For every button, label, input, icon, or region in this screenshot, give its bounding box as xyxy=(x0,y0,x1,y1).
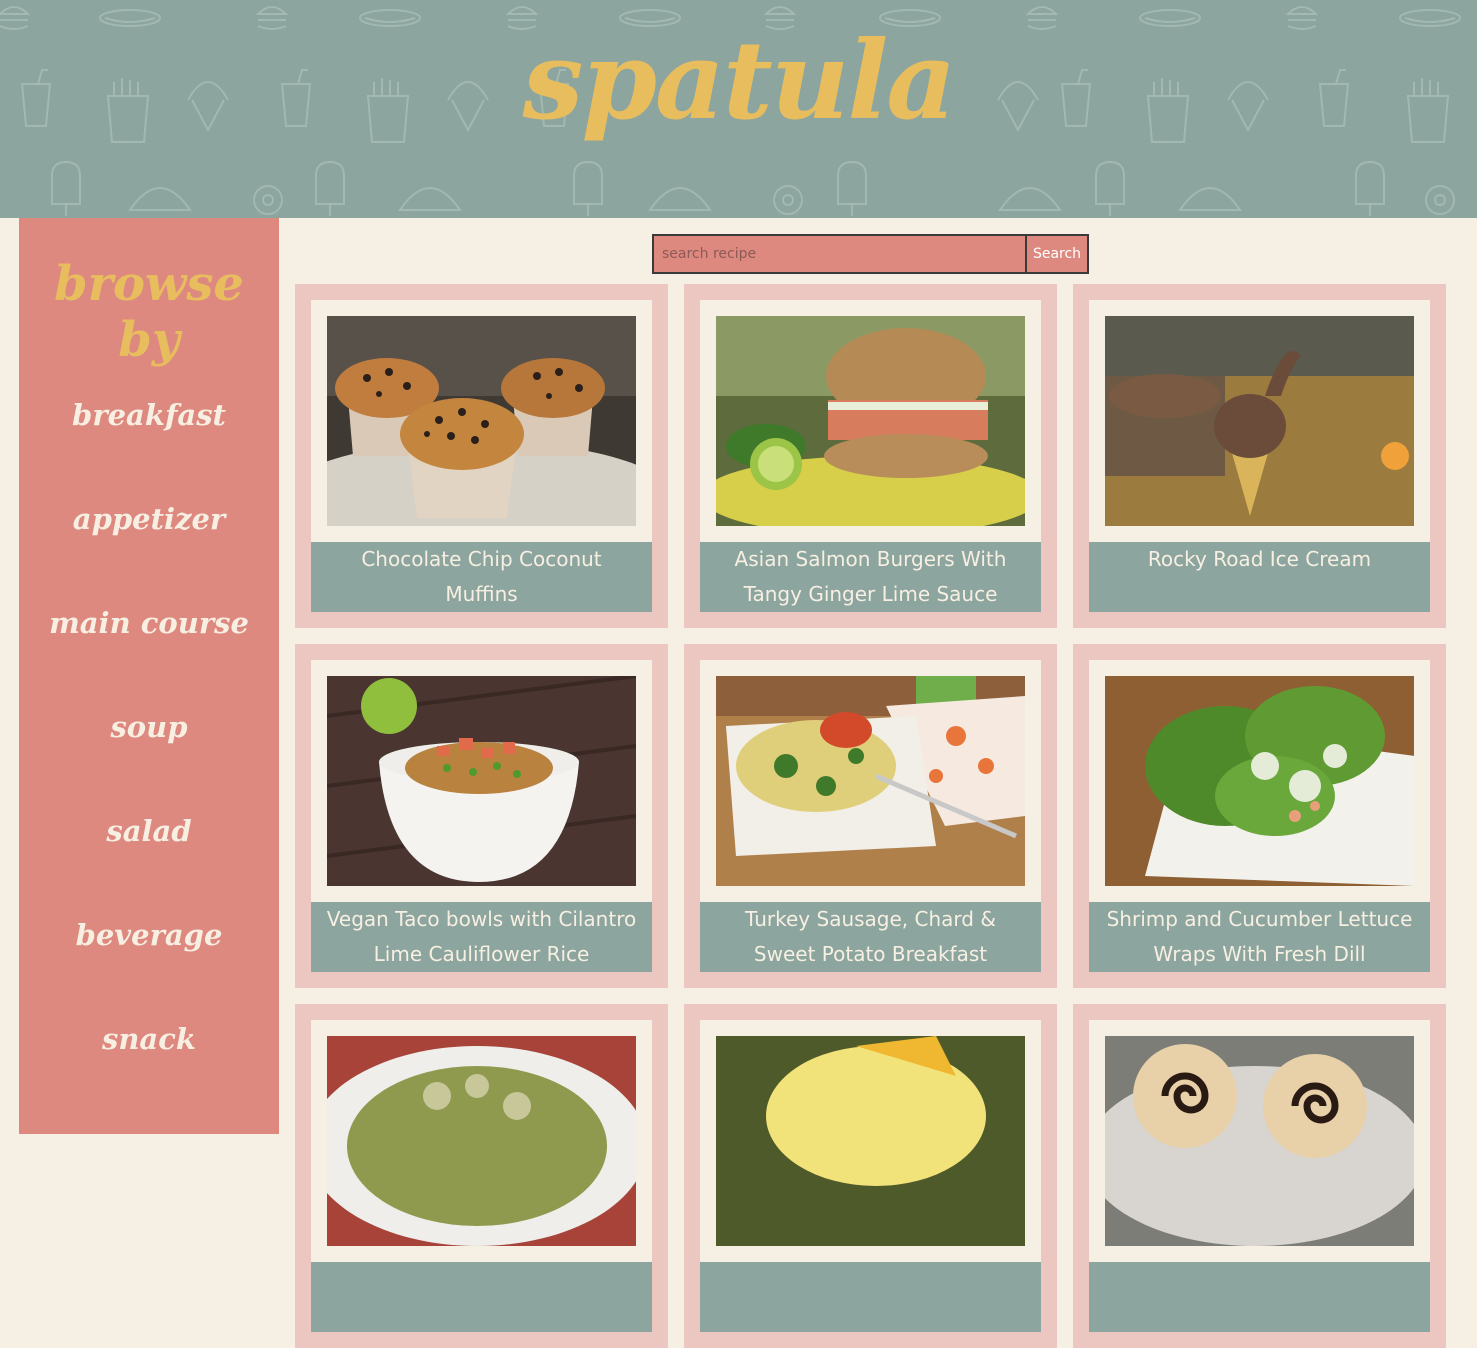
recipe-card[interactable]: Vegan Taco bowls with Cilantro Lime Caul… xyxy=(295,644,668,988)
site-logo[interactable]: spatula xyxy=(0,22,1477,141)
recipe-card[interactable]: Chocolate Chip Coconut Muffins xyxy=(295,284,668,628)
recipe-photo-frame xyxy=(700,1020,1041,1262)
browse-sidebar: browse by breakfast appetizer main cours… xyxy=(19,218,279,1134)
sidebar-item-beverage[interactable]: beverage xyxy=(19,918,279,952)
recipe-title[interactable]: Chocolate Chip Coconut Muffins xyxy=(311,542,652,612)
recipe-card[interactable] xyxy=(1073,1004,1446,1348)
sidebar-item-appetizer[interactable]: appetizer xyxy=(19,502,279,536)
recipe-photo-frame xyxy=(311,660,652,902)
recipe-card[interactable] xyxy=(684,1004,1057,1348)
recipe-card[interactable]: Shrimp and Cucumber Lettuce Wraps With F… xyxy=(1073,644,1446,988)
recipe-photo-ice-cream-cone[interactable] xyxy=(1105,316,1414,526)
recipe-card[interactable]: Rocky Road Ice Cream xyxy=(1073,284,1446,628)
recipe-photo-potato-salad[interactable] xyxy=(327,1036,636,1246)
recipe-title[interactable]: Rocky Road Ice Cream xyxy=(1089,542,1430,612)
recipe-card[interactable]: Asian Salmon Burgers With Tangy Ginger L… xyxy=(684,284,1057,628)
recipe-photo-frame xyxy=(700,300,1041,542)
recipe-title[interactable]: Asian Salmon Burgers With Tangy Ginger L… xyxy=(700,542,1041,612)
recipe-photo-lettuce-wraps[interactable] xyxy=(1105,676,1414,886)
recipe-title[interactable] xyxy=(1089,1262,1430,1332)
recipe-photo-taco-bowl[interactable] xyxy=(327,676,636,886)
sidebar-item-breakfast[interactable]: breakfast xyxy=(19,398,279,432)
recipe-photo-frame xyxy=(311,1020,652,1262)
recipe-photo-frame xyxy=(700,660,1041,902)
recipe-photo-frame xyxy=(311,300,652,542)
recipe-title[interactable]: Vegan Taco bowls with Cilantro Lime Caul… xyxy=(311,902,652,972)
sidebar-item-salad[interactable]: salad xyxy=(19,814,279,848)
recipe-title[interactable]: Shrimp and Cucumber Lettuce Wraps With F… xyxy=(1089,902,1430,972)
recipe-title[interactable]: Turkey Sausage, Chard & Sweet Potato Bre… xyxy=(700,902,1041,972)
search-input[interactable] xyxy=(654,236,1027,272)
search-button[interactable]: Search xyxy=(1027,236,1087,272)
recipe-photo-frame xyxy=(1089,300,1430,542)
sidebar-item-snack[interactable]: snack xyxy=(19,1022,279,1056)
search-bar: Search xyxy=(652,234,1089,274)
recipe-photo-pinwheel-cookies[interactable] xyxy=(1105,1036,1414,1246)
recipe-photo-scramble[interactable] xyxy=(716,676,1025,886)
recipe-title[interactable] xyxy=(311,1262,652,1332)
sidebar-item-soup[interactable]: soup xyxy=(19,710,279,744)
site-header: spatula xyxy=(0,0,1477,218)
recipe-photo-frame xyxy=(1089,1020,1430,1262)
recipe-card[interactable]: Turkey Sausage, Chard & Sweet Potato Bre… xyxy=(684,644,1057,988)
recipe-photo-muffins[interactable] xyxy=(327,316,636,526)
recipe-photo-mango-sorbet[interactable] xyxy=(716,1036,1025,1246)
recipe-card[interactable] xyxy=(295,1004,668,1348)
sidebar-item-main-course[interactable]: main course xyxy=(19,606,279,640)
recipe-title[interactable] xyxy=(700,1262,1041,1332)
recipe-photo-burger[interactable] xyxy=(716,316,1025,526)
recipe-photo-frame xyxy=(1089,660,1430,902)
browse-by-heading: browse by xyxy=(54,256,244,368)
